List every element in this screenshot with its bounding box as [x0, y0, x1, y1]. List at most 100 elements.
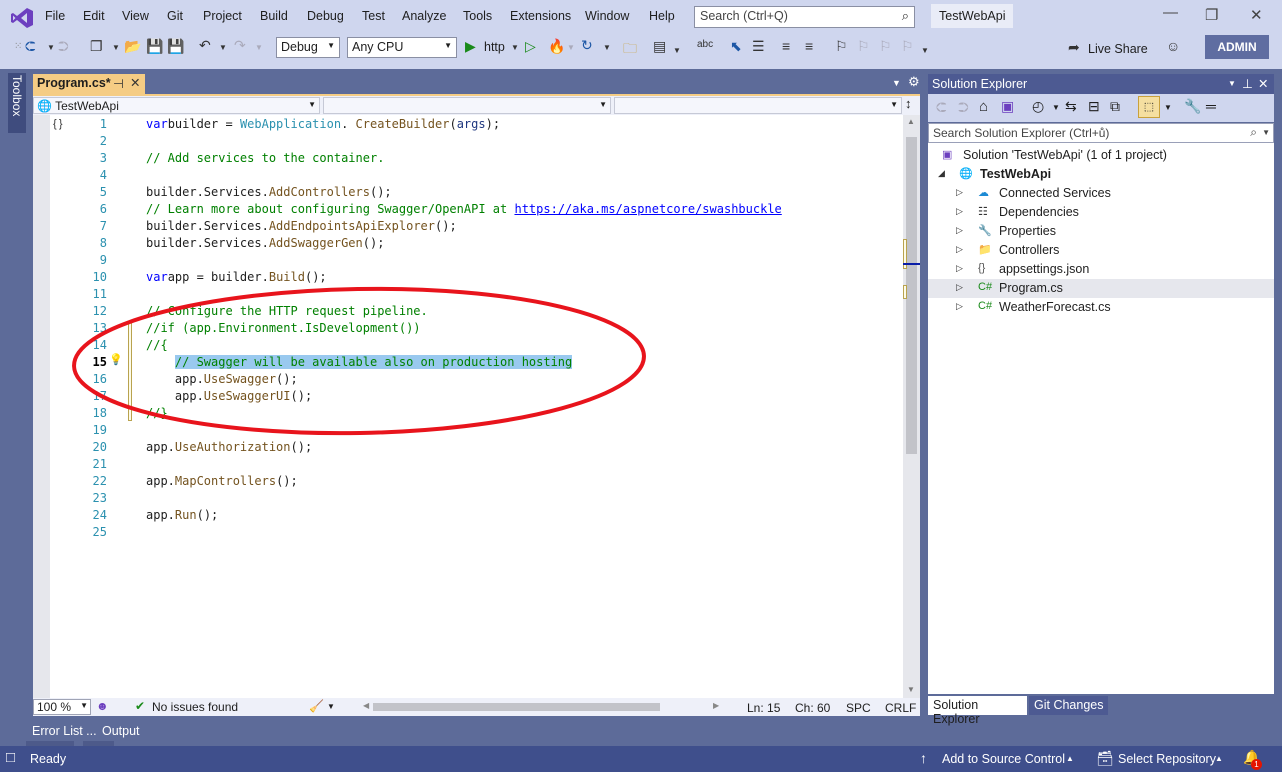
menu-debug[interactable]: Debug — [307, 9, 344, 23]
filter-dropdown-icon[interactable]: ▼ — [1052, 103, 1060, 112]
code-line[interactable]: // Learn more about configuring Swagger/… — [146, 202, 782, 216]
issues-status[interactable]: No issues found — [152, 700, 238, 714]
feedback-icon[interactable]: ☺ — [1166, 38, 1180, 54]
code-editor[interactable]: { } 1 varbuilder = WebApplication. Create… — [33, 115, 903, 698]
menu-window[interactable]: Window — [585, 9, 629, 23]
run-target-label[interactable]: http — [484, 40, 505, 54]
insert-line-icon[interactable]: ☰ — [752, 38, 765, 55]
code-line[interactable]: app.Run(); — [146, 508, 218, 522]
intellicode-icon[interactable]: ☻ — [96, 699, 109, 713]
tab-list-dropdown-icon[interactable]: ▼ — [892, 78, 901, 88]
open-folder-icon[interactable]: 📂 — [124, 38, 141, 55]
select-pointer-icon[interactable]: ⬉ — [730, 38, 742, 55]
split-editor-icon[interactable]: ↕ — [905, 96, 912, 111]
tree-item[interactable]: ▷ ☷ Dependencies — [928, 203, 1274, 222]
clear-bookmarks-icon[interactable]: ⚐ — [901, 38, 914, 55]
show-all-files-icon[interactable]: ⧉ — [1110, 98, 1120, 115]
close-panel-icon[interactable]: ✕ — [1258, 76, 1268, 91]
git-actions-icon[interactable]: ═ — [1206, 98, 1216, 114]
restart-dropdown-icon[interactable]: ▼ — [603, 43, 611, 52]
restore-button[interactable]: ❐ — [1205, 6, 1218, 24]
forward-icon[interactable]: ⮊ — [958, 99, 969, 116]
code-line[interactable]: varapp = builder.Build(); — [146, 270, 327, 284]
tree-item[interactable]: ▷ ☁ Connected Services — [928, 184, 1274, 203]
scrollbar-thumb[interactable] — [906, 137, 917, 454]
close-window-button[interactable]: ✕ — [1250, 6, 1263, 24]
spell-check-icon[interactable]: abc — [697, 39, 713, 50]
char-indicator[interactable]: Ch: 60 — [795, 701, 830, 715]
account-button[interactable]: ADMIN — [1205, 35, 1269, 59]
code-line[interactable]: builder.Services.AddControllers(); — [146, 185, 392, 199]
comment-lines-icon[interactable]: ≡ — [782, 38, 790, 54]
toolbox-tab[interactable]: Toolbox — [8, 73, 26, 133]
tab-error-list[interactable]: Error List ... — [32, 724, 97, 738]
back-dropdown-icon[interactable]: ▼ — [47, 43, 55, 52]
tree-item[interactable]: ▷ C# Program.cs — [928, 279, 1274, 298]
code-cleanup-icon[interactable]: 🧹 — [309, 699, 324, 713]
menu-extensions[interactable]: Extensions — [510, 9, 571, 23]
tab-program-cs[interactable]: Program.cs* ⊣ ✕ — [33, 74, 145, 94]
tree-item[interactable]: ▷ 🔧 Properties — [928, 222, 1274, 241]
code-line[interactable]: app.MapControllers(); — [146, 474, 298, 488]
undo-dropdown-icon[interactable]: ▼ — [219, 43, 227, 52]
collapsed-arrow-icon[interactable]: ▷ — [956, 225, 963, 236]
tab-output[interactable]: Output — [102, 724, 140, 738]
add-to-source-control-button[interactable]: Add to Source Control — [942, 752, 1065, 766]
run-target-dropdown-icon[interactable]: ▼ — [511, 43, 519, 52]
horizontal-scrollbar-thumb[interactable] — [373, 703, 660, 711]
start-without-debugging-icon[interactable]: ▷ — [525, 38, 536, 55]
collapse-all-icon[interactable]: ⊟ — [1088, 98, 1100, 115]
tab-solution-explorer[interactable]: Solution Explorer — [928, 696, 1027, 726]
previous-bookmark-icon[interactable]: ⚐ — [857, 38, 870, 55]
cleanup-dropdown-icon[interactable]: ▼ — [327, 702, 335, 711]
collapsed-arrow-icon[interactable]: ▷ — [956, 282, 963, 293]
code-link[interactable]: https://aka.ms/aspnetcore/swashbuckle — [514, 202, 781, 216]
menu-test[interactable]: Test — [362, 9, 385, 23]
menu-help[interactable]: Help — [649, 9, 675, 23]
hot-reload-dropdown-icon[interactable]: ▼ — [567, 43, 575, 52]
collapsed-arrow-icon[interactable]: ▷ — [956, 187, 963, 198]
next-bookmark-icon[interactable]: ⚐ — [879, 38, 892, 55]
expanded-arrow-icon[interactable]: ◢ — [938, 168, 945, 179]
configuration-select[interactable]: Debug ▼ — [276, 37, 340, 58]
sync-with-document-icon[interactable]: ⇆ — [1065, 98, 1077, 115]
pending-changes-filter-icon[interactable]: ◴ — [1032, 98, 1044, 115]
scroll-left-icon[interactable]: ◀ — [363, 701, 369, 710]
tab-git-changes[interactable]: Git Changes — [1029, 696, 1109, 715]
bookmark-icon[interactable]: ⚐ — [835, 38, 848, 55]
collapsed-arrow-icon[interactable]: ▷ — [956, 244, 963, 255]
navigate-back-icon[interactable]: ⮈ — [25, 38, 36, 55]
line-ending-indicator[interactable]: CRLF — [885, 701, 916, 715]
scroll-up-icon[interactable]: ▲ — [907, 117, 915, 126]
redo-dropdown-icon[interactable]: ▼ — [255, 43, 263, 52]
collapsed-arrow-icon[interactable]: ▷ — [956, 206, 963, 217]
menu-edit[interactable]: Edit — [83, 9, 105, 23]
preview-selected-items-toggle[interactable]: ⬚ — [1138, 96, 1160, 118]
whitespace-indicator[interactable]: SPC — [846, 701, 871, 715]
menu-project[interactable]: Project — [203, 9, 242, 23]
search-options-dropdown-icon[interactable]: ▼ — [1262, 128, 1270, 137]
solution-explorer-search-input[interactable]: Search Solution Explorer (Ctrl+ů) ⌕ ▼ — [928, 123, 1274, 143]
back-icon[interactable]: ⮈ — [936, 99, 947, 116]
new-project-icon[interactable]: ❐ — [90, 38, 103, 55]
save-all-icon[interactable]: 💾 — [167, 38, 184, 55]
tree-item[interactable]: ▷ C# WeatherForecast.cs — [928, 298, 1274, 317]
menu-view[interactable]: View — [122, 9, 149, 23]
minimize-button[interactable]: — — [1163, 4, 1178, 21]
close-tab-icon[interactable]: ✕ — [130, 75, 140, 90]
vertical-scrollbar[interactable]: ▲ ▼ — [903, 115, 920, 698]
new-dropdown-icon[interactable]: ▼ — [112, 43, 120, 52]
menu-analyze[interactable]: Analyze — [402, 9, 446, 23]
tree-project-node[interactable]: ◢ 🌐 TestWebApi — [928, 165, 1274, 184]
preview-dropdown-icon[interactable]: ▼ — [1164, 103, 1172, 112]
tree-item[interactable]: ▷ {} appsettings.json — [928, 260, 1274, 279]
scroll-right-icon[interactable]: ▶ — [713, 701, 719, 710]
menu-build[interactable]: Build — [260, 9, 288, 23]
properties-wrench-icon[interactable]: 🔧 — [1184, 98, 1201, 115]
project-dropdown[interactable]: 🌐 TestWebApi ▼ — [33, 97, 320, 114]
menu-file[interactable]: File — [45, 9, 65, 23]
switch-views-icon[interactable]: ▣ — [1001, 98, 1014, 115]
menu-tools[interactable]: Tools — [463, 9, 492, 23]
zoom-select[interactable]: 100 % ▼ — [33, 699, 91, 715]
toolbar-overflow-icon[interactable]: ▼ — [921, 46, 929, 55]
